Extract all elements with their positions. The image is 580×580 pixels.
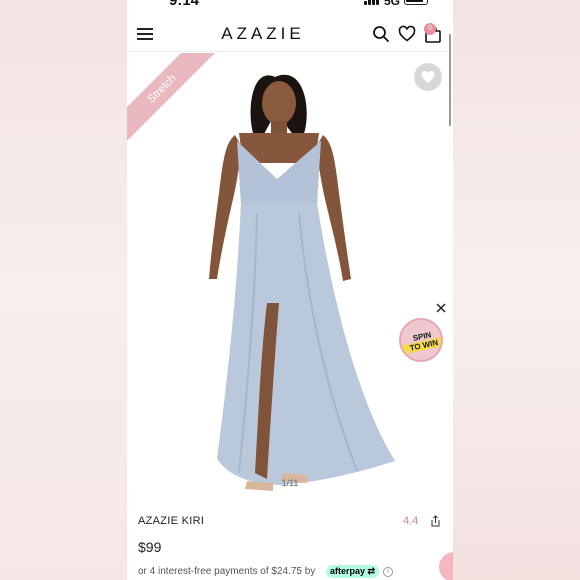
network-label: 5G (384, 0, 401, 8)
background-left (0, 0, 127, 580)
background-right (453, 0, 580, 580)
top-nav: AZAZIE 0 (127, 18, 453, 52)
brand-logo[interactable]: AZAZIE (207, 24, 319, 44)
afterpay-arrow-icon: ⇄ (367, 566, 376, 576)
signal-icon (364, 0, 380, 5)
afterpay-label: afterpay (330, 566, 366, 576)
afterpay-badge[interactable]: afterpay ⇄ (326, 565, 380, 578)
phone-screen: 9:14 5G AZAZIE 0 Stretch 1/11 SPIN TO WI… (127, 0, 453, 580)
status-bar: 9:14 5G (127, 0, 453, 14)
share-icon[interactable] (430, 515, 441, 527)
info-icon[interactable]: i (383, 567, 393, 577)
product-info: AZAZIE KIRI 4.4 $99 or 4 interest-free p… (127, 496, 453, 580)
scrollbar[interactable] (449, 34, 451, 126)
hamburger-menu-icon[interactable] (137, 28, 153, 41)
cart-count-badge: 0 (424, 23, 436, 35)
product-rating[interactable]: 4.4 (403, 515, 418, 527)
image-counter: 1/11 (281, 478, 299, 488)
dress-model-illustration (209, 74, 395, 491)
product-name: AZAZIE KIRI (138, 515, 205, 527)
product-price: $99 (138, 539, 162, 555)
favorite-button[interactable] (414, 63, 442, 91)
product-image[interactable]: Stretch 1/11 (127, 53, 453, 496)
battery-icon (404, 0, 428, 5)
wishlist-heart-icon[interactable] (398, 25, 416, 43)
spin-to-win-button[interactable]: SPIN TO WIN (399, 318, 443, 362)
heart-icon (421, 70, 435, 83)
spin-to-win-label: SPIN TO WIN (401, 328, 441, 355)
close-icon[interactable] (435, 302, 447, 314)
installments-text: or 4 interest-free payments of $24.75 by (138, 566, 316, 577)
search-icon[interactable] (372, 25, 390, 43)
status-time: 9:14 (169, 0, 200, 9)
